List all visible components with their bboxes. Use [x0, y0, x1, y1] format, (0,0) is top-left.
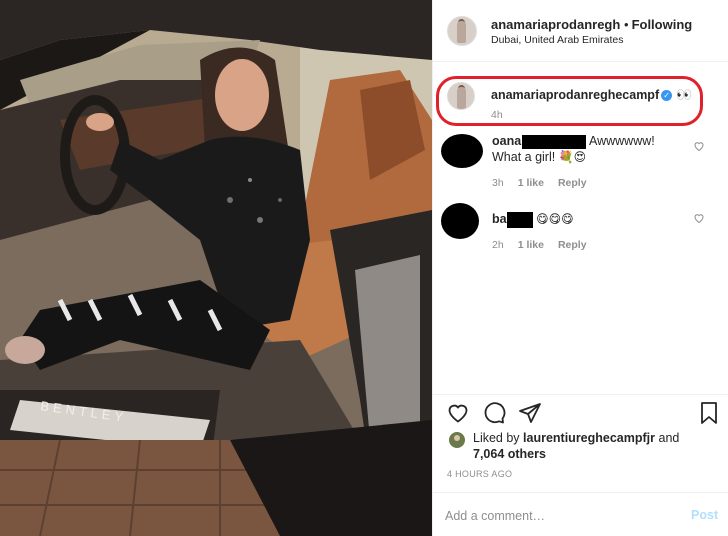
redacted-avatar	[441, 134, 483, 168]
comment-meta: 3h 1 like Reply	[492, 177, 601, 189]
redaction-bar	[506, 211, 533, 228]
caption-avatar[interactable]	[447, 82, 475, 110]
comment-likes[interactable]: 1 like	[518, 177, 544, 189]
author-avatar[interactable]	[447, 16, 477, 46]
post-header: anamariaprodanreghec• Following Dubai, Un…	[433, 0, 728, 62]
likes-prefix: Liked by	[473, 431, 524, 445]
following-button[interactable]: Following	[632, 17, 693, 32]
location-link[interactable]: Dubai, United Arab Emirates	[491, 34, 623, 46]
caption-username[interactable]: anamariaprodanreghecampf	[491, 88, 659, 102]
caption-time[interactable]: 4h	[491, 109, 503, 121]
post-button[interactable]: Post	[691, 508, 718, 522]
post-timestamp[interactable]: 4 HOURS AGO	[447, 469, 512, 479]
save-bookmark-icon[interactable]	[699, 401, 719, 425]
add-comment-box: Post	[433, 492, 728, 536]
post-image: BENTLEY	[0, 0, 432, 536]
comment-text: Awwwwww!	[588, 134, 655, 148]
comment-meta: 2h 1 like Reply	[492, 239, 601, 251]
comment-input[interactable]	[445, 506, 675, 526]
comment-username[interactable]: ba	[492, 212, 507, 226]
author-line: anamariaprodanreghec• Following	[491, 17, 692, 32]
liker-username[interactable]: laurentiureghecampfjr	[523, 431, 655, 445]
comment-time[interactable]: 3h	[492, 177, 504, 189]
caption: anamariaprodanreghecampf ✓ 👀 4h	[433, 62, 728, 126]
comment-likes[interactable]: 1 like	[518, 239, 544, 251]
comment-heart-icon[interactable]	[693, 212, 705, 224]
separator-dot: •	[624, 17, 629, 32]
comment-time[interactable]: 2h	[492, 239, 504, 251]
action-bar	[433, 394, 728, 428]
reply-button[interactable]: Reply	[558, 239, 587, 251]
author-username[interactable]: anamariaprodanreghec	[491, 17, 621, 32]
liker-avatar[interactable]	[449, 432, 465, 448]
comment-item: oana Awwwwww! What a girl! 💐😍 3h 1 like Re…	[433, 128, 728, 194]
post-photo[interactable]: BENTLEY	[0, 0, 432, 536]
likes-others-link[interactable]: 7,064 others	[473, 447, 546, 461]
share-paper-plane-icon[interactable]	[518, 401, 542, 425]
comment-emoji: 😋😋😋	[536, 212, 574, 226]
redacted-avatar	[441, 203, 479, 239]
likes-text: Liked by laurentiureghecampfjr and 7,064…	[473, 430, 723, 462]
likes-and: and	[655, 431, 680, 445]
comment-heart-icon[interactable]	[693, 140, 705, 152]
caption-text-line: anamariaprodanreghecampf ✓ 👀	[491, 87, 692, 103]
comment-item: ba 😋😋😋 2h 1 like Reply	[433, 200, 728, 256]
comment-body: oana Awwwwww! What a girl! 💐😍	[492, 133, 655, 165]
comment-text-line2: What a girl!	[492, 150, 556, 164]
caption-text: 👀	[676, 87, 692, 102]
comment-bubble-icon[interactable]	[482, 401, 506, 425]
reply-button[interactable]: Reply	[558, 177, 587, 189]
comment-username[interactable]: oana	[492, 134, 521, 148]
post-side-panel: anamariaprodanreghec• Following Dubai, Un…	[432, 0, 728, 536]
verified-badge-icon: ✓	[661, 90, 673, 101]
redaction-bar	[522, 134, 587, 149]
like-heart-icon[interactable]	[446, 401, 470, 425]
comment-emoji: 💐😍	[558, 150, 587, 164]
comment-body: ba 😋😋😋	[492, 211, 574, 228]
